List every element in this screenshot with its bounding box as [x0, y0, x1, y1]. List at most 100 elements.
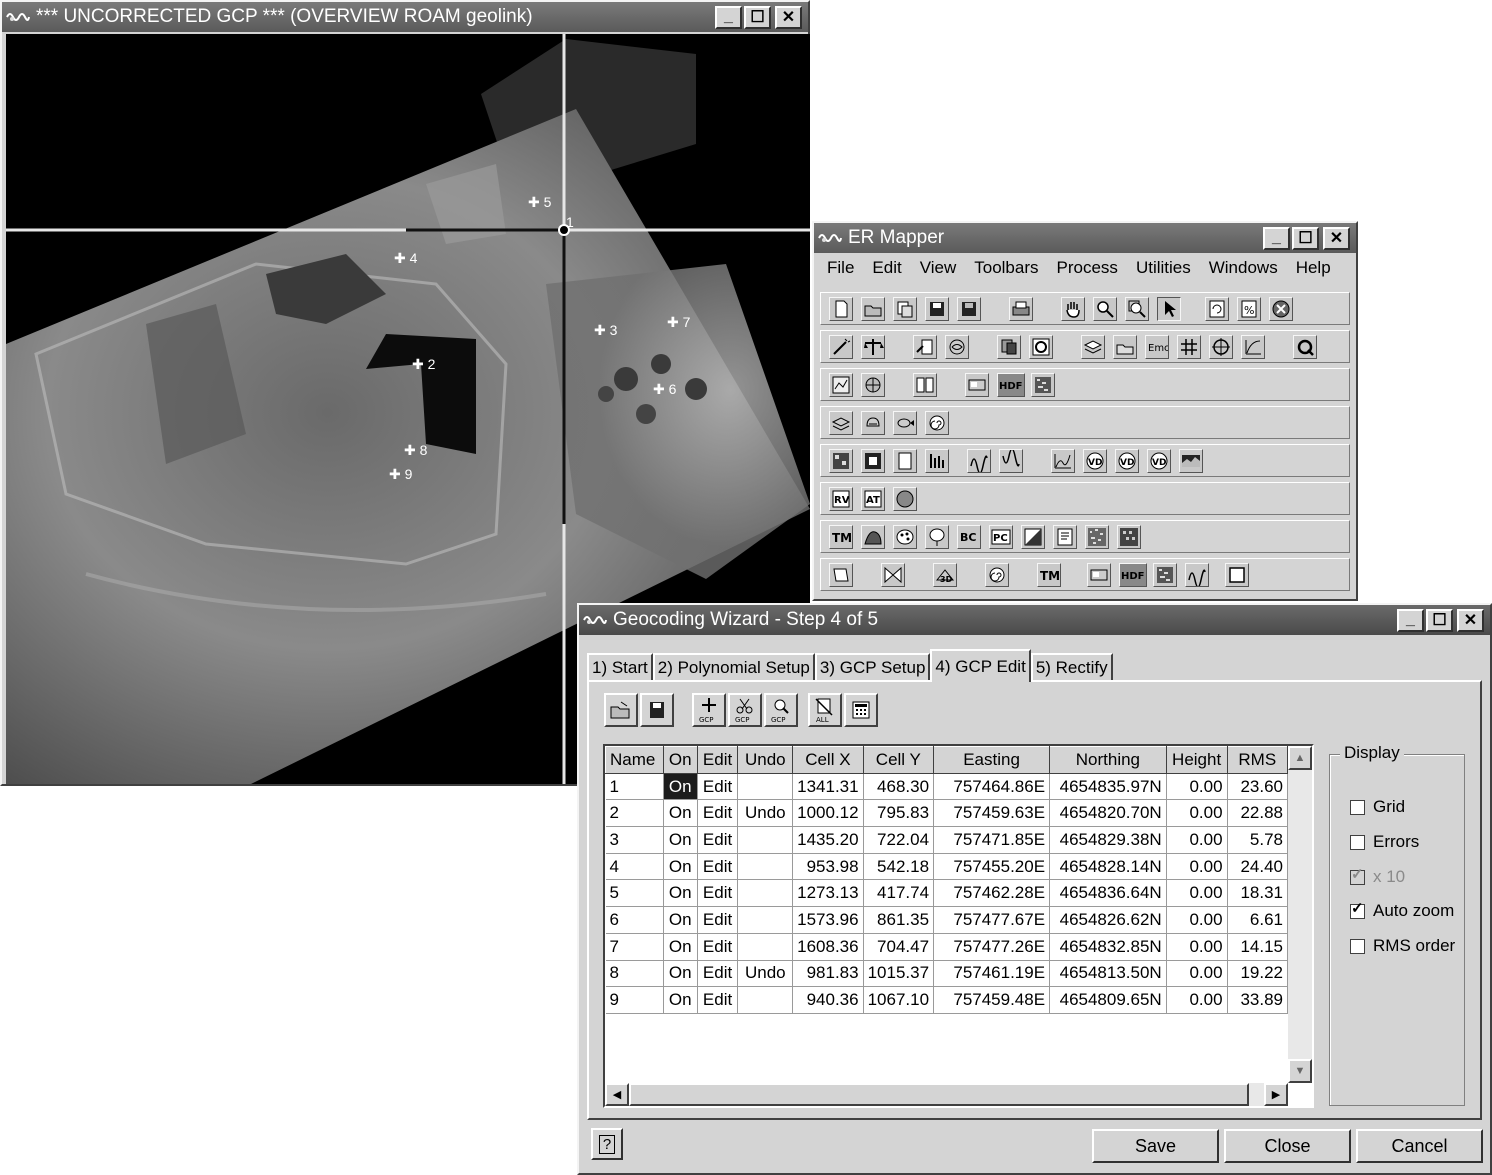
raster-2-icon[interactable]	[1087, 563, 1111, 587]
minimize-button[interactable]: _	[1263, 226, 1290, 250]
3d-icon[interactable]: 3D	[933, 563, 957, 587]
blank-page-icon[interactable]	[893, 449, 917, 473]
table-row[interactable]: 5 On Edit 1273.13 417.74 757462.28E 4654836.64…	[605, 879, 1288, 908]
gcp-on-toggle-cell[interactable]: On	[663, 986, 698, 1014]
print-icon[interactable]	[1009, 297, 1033, 321]
menu-file[interactable]: File	[818, 258, 863, 278]
pointer-icon[interactable]	[1157, 297, 1181, 321]
overview-titlebar[interactable]: *** UNCORRECTED GCP *** (OVERVIEW ROAM g…	[2, 2, 808, 32]
calculator-button[interactable]	[844, 693, 878, 727]
vertical-scrollbar[interactable]: ▲ ▼	[1288, 746, 1312, 1083]
raster-window-icon[interactable]	[965, 373, 989, 397]
ermapper-titlebar[interactable]: ER Mapper _ ☐ ✕	[814, 223, 1356, 253]
wave-filter-3-icon[interactable]	[1185, 563, 1209, 587]
gcp-edit-link-cell[interactable]: Edit	[697, 773, 739, 801]
menu-process[interactable]: Process	[1048, 258, 1127, 278]
column-header-rms[interactable]: RMS	[1226, 746, 1288, 774]
texture-2-icon[interactable]	[1153, 563, 1177, 587]
gcp-marker[interactable]: 1	[566, 214, 574, 230]
tab-polynomial-setup[interactable]: 2) Polynomial Setup	[652, 653, 815, 681]
scroll-right-button[interactable]: ▶	[1264, 1083, 1288, 1106]
gcp-edit-link-cell[interactable]: Edit	[697, 799, 739, 828]
layer-stack-icon[interactable]	[829, 411, 853, 435]
emc-icon[interactable]: Emc	[1145, 335, 1169, 359]
open-layer-icon[interactable]	[1113, 335, 1137, 359]
delete-all-gcp-button[interactable]: ALL	[808, 693, 842, 727]
column-header-on[interactable]: On	[662, 746, 698, 774]
gcp-marker[interactable]: ✚ 9	[389, 466, 412, 483]
frame-square-icon[interactable]	[1225, 563, 1249, 587]
histogram-icon[interactable]	[1241, 335, 1265, 359]
scroll-up-button[interactable]: ▲	[1288, 746, 1312, 770]
maximize-button[interactable]: ☐	[744, 5, 771, 29]
vd-2-icon[interactable]: VD	[1115, 449, 1139, 473]
gcp-on-toggle-cell[interactable]: On	[663, 906, 698, 934]
tab-start[interactable]: 1) Start	[587, 653, 653, 681]
new-file-icon[interactable]	[829, 297, 853, 321]
balance-icon[interactable]	[861, 335, 885, 359]
gcp-on-toggle-cell[interactable]: On	[663, 933, 698, 961]
column-header-cell-x[interactable]: Cell X	[792, 746, 864, 774]
table-row[interactable]: 6 On Edit 1573.96 861.35 757477.67E 4654826.62…	[605, 906, 1288, 934]
zoom-box-icon[interactable]	[1125, 297, 1149, 321]
display-option-grid[interactable]: Grid	[1350, 797, 1405, 817]
noise-icon[interactable]	[1085, 525, 1109, 549]
cancel-button[interactable]: Cancel	[1356, 1129, 1483, 1163]
gcp-marker[interactable]: ✚ 5	[528, 194, 551, 211]
column-header-height[interactable]: Height	[1165, 746, 1228, 774]
wave-filter-2-icon[interactable]	[999, 449, 1023, 473]
display-option-rms-order[interactable]: RMS order	[1350, 936, 1455, 956]
gcp-edit-link-cell[interactable]: Edit	[697, 879, 739, 908]
grid-hash-icon[interactable]	[1177, 335, 1201, 359]
maximize-button[interactable]: ☐	[1292, 226, 1319, 250]
script-icon[interactable]	[829, 563, 853, 587]
find-gcp-button[interactable]: GCP	[764, 693, 798, 727]
wave-icon[interactable]	[861, 525, 885, 549]
target-icon[interactable]	[1209, 335, 1233, 359]
layers-icon[interactable]	[1081, 335, 1105, 359]
column-header-name[interactable]: Name	[605, 746, 664, 774]
maximize-button[interactable]: ☐	[1426, 608, 1453, 632]
zoom-icon[interactable]	[1093, 297, 1117, 321]
menu-help[interactable]: Help	[1287, 258, 1340, 278]
column-header-edit[interactable]: Edit	[696, 746, 739, 774]
horizontal-scrollbar[interactable]: ◀ ▶	[605, 1083, 1288, 1106]
gcp-edit-link-cell[interactable]: Edit	[697, 933, 739, 961]
landscape-icon[interactable]	[1179, 449, 1203, 473]
image-data-icon[interactable]	[829, 373, 853, 397]
hdf-2-icon[interactable]: HDF	[1119, 563, 1147, 587]
scroll-left-button[interactable]: ◀	[605, 1083, 629, 1106]
texture-icon[interactable]	[1031, 373, 1055, 397]
gcp-on-toggle-cell[interactable]: On	[663, 826, 698, 854]
gcp-undo-link-cell[interactable]	[737, 906, 794, 934]
vd-icon[interactable]: VD	[1083, 449, 1107, 473]
checkbox[interactable]	[1350, 938, 1365, 954]
column-header-cell-y[interactable]: Cell Y	[862, 746, 935, 774]
column-header-northing[interactable]: Northing	[1049, 746, 1167, 774]
checkbox[interactable]	[1350, 834, 1365, 850]
balloon-icon[interactable]	[925, 525, 949, 549]
g-spiral-icon[interactable]	[1029, 335, 1053, 359]
compare-icon[interactable]	[913, 373, 937, 397]
bar-tree-icon[interactable]	[925, 449, 949, 473]
open-folder-icon[interactable]	[861, 297, 885, 321]
gcp-undo-link-cell[interactable]	[737, 879, 794, 908]
close-window-button[interactable]: ✕	[775, 5, 802, 29]
menu-toolbars[interactable]: Toolbars	[965, 258, 1047, 278]
gcp-on-toggle-cell[interactable]: On	[663, 773, 698, 801]
classify-icon[interactable]	[829, 449, 853, 473]
gcp-marker[interactable]: ✚ 4	[394, 250, 417, 267]
gcp-undo-link-cell[interactable]	[737, 826, 794, 854]
circle-icon[interactable]	[893, 487, 917, 511]
table-row[interactable]: 9 On Edit 940.36 1067.10 757459.48E 4654809.65…	[605, 986, 1288, 1014]
gcp-marker[interactable]: ✚ 3	[594, 322, 617, 339]
display-option-auto-zoom[interactable]: ✓ Auto zoom	[1350, 901, 1454, 921]
hand-layer-icon[interactable]	[861, 411, 885, 435]
open-gcp-button[interactable]	[604, 693, 638, 727]
menu-utilities[interactable]: Utilities	[1127, 258, 1200, 278]
gcp-edit-link-cell[interactable]: Edit	[697, 986, 739, 1014]
hdf-icon[interactable]: HDF	[997, 373, 1025, 397]
rv-icon[interactable]: RV	[829, 487, 853, 511]
column-header-undo[interactable]: Undo	[737, 746, 794, 774]
at-icon[interactable]: AT	[861, 487, 885, 511]
